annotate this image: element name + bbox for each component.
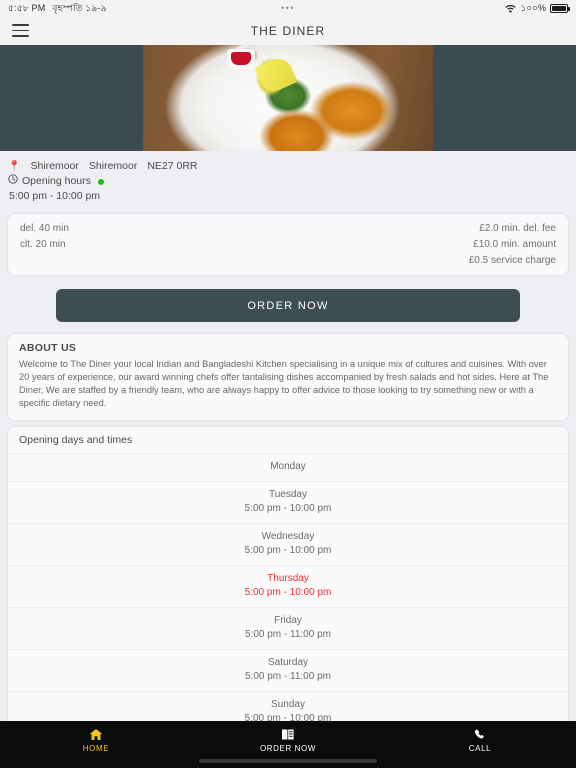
clock-icon [8,174,18,189]
opening-day-time: 5:00 pm - 10:00 pm [244,587,332,598]
tab-call-label: CALL [468,744,492,753]
status-bar-right: ১০০% [505,1,570,16]
opening-day-name: Friday [274,615,302,626]
restaurant-hero-image [143,45,433,151]
opening-day-row: Sunday 5:00 pm - 10:00 pm [8,691,568,721]
delivery-info-card: del. 40 min clt. 20 min £2.0 min. del. f… [8,214,568,275]
opening-day-time: 5:00 pm - 10:00 pm [244,545,332,556]
battery-percent: ১০০% [520,2,546,13]
status-bar-left: ৫:৫৮ PM বৃহস্পতি ১৯-৯ [8,1,107,16]
restaurant-info: 📍 Shiremoor Shiremoor NE27 0RR Opening h… [0,151,576,208]
page-title: THE DINER [250,23,326,38]
opening-day-name: Monday [270,461,306,472]
battery-icon [550,3,570,13]
status-dots: ••• [281,3,295,13]
order-button-wrap: ORDER NOW [0,275,576,332]
tab-call[interactable]: CALL [384,727,576,753]
delivery-time: del. 40 min [20,223,69,234]
service-charge: £0.5 service charge [468,255,556,266]
opening-day-time: 5:00 pm - 10:00 pm [244,713,332,721]
address-postcode: NE27 0RR [147,160,198,172]
about-us-card: ABOUT US Welcome to The Diner your local… [8,334,568,420]
wifi-icon [505,4,517,13]
hero-banner [0,45,576,151]
opening-day-row: Wednesday 5:00 pm - 10:00 pm [8,523,568,565]
location-pin-icon: 📍 [8,161,21,172]
dipping-sauce-decor [227,49,256,70]
tab-order-now-label: ORDER NOW [259,744,317,753]
about-us-body: Welcome to The Diner your local Indian a… [19,359,549,408]
opening-days-card: Opening days and times Monday Tuesday 5:00… [8,427,568,721]
opening-day-name: Sunday [271,699,305,710]
collection-time: clt. 20 min [20,239,66,250]
tab-home[interactable]: HOME [0,727,192,753]
opening-day-name: Thursday [267,573,309,584]
bottom-tab-bar: HOME ORDER NOW CALL [0,721,576,768]
opening-day-row: Saturday 5:00 pm - 11:00 pm [8,649,568,691]
today-hours-text: 5:00 pm - 10:00 pm [9,190,101,202]
status-time: ৫:৫৮ PM [8,2,46,13]
restaurant-address: 📍 Shiremoor Shiremoor NE27 0RR [8,159,566,174]
min-delivery-fee: £2.0 min. del. fee [479,223,556,234]
address-line2: Shiremoor [88,160,138,172]
status-bar: ৫:৫৮ PM বৃহস্পতি ১৯-৯ ••• ১০০% [0,0,576,16]
delivery-times: del. 40 min clt. 20 min [20,223,69,266]
status-date: বৃহস্পতি ১৯-৯ [52,2,107,13]
opening-day-row: Monday [8,453,568,481]
tab-home-label: HOME [82,744,110,753]
app-screen: ৫:৫৮ PM বৃহস্পতি ১৯-৯ ••• ১০০% THE DINER [0,0,576,768]
order-now-button[interactable]: ORDER NOW [56,289,520,322]
opening-day-time: 5:00 pm - 11:00 pm [245,671,331,682]
opening-days-list: Monday Tuesday 5:00 pm - 10:00 pm Wednesday… [8,453,568,721]
min-order-amount: £10.0 min. amount [473,239,556,250]
phone-icon [473,727,487,742]
opening-day-name: Saturday [267,657,309,668]
page-content: 📍 Shiremoor Shiremoor NE27 0RR Opening h… [0,151,576,721]
menu-book-icon [281,727,295,742]
opening-day-time: 5:00 pm - 11:00 pm [245,629,331,640]
opening-day-row: Thursday 5:00 pm - 10:00 pm [8,565,568,607]
about-us-title: ABOUT US [19,342,77,354]
address-line1: Shiremoor [30,160,79,172]
opening-day-name: Wednesday [261,531,315,542]
opening-day-time: 5:00 pm - 10:00 pm [244,503,332,514]
home-icon [89,727,103,742]
opening-day-name: Tuesday [269,489,307,500]
fee-details: £2.0 min. del. fee £10.0 min. amount £0.… [469,223,556,266]
hamburger-menu-icon[interactable] [12,24,29,37]
lemon-wedge-decor [254,54,298,96]
opening-hours-status: Opening hours [8,174,566,189]
open-status-dot [97,178,104,185]
tab-order-now[interactable]: ORDER NOW [192,727,384,753]
opening-hours-label: Opening hours [22,175,91,187]
opening-day-row: Friday 5:00 pm - 11:00 pm [8,607,568,649]
home-indicator [199,759,377,763]
app-header: THE DINER [0,16,576,45]
opening-day-row: Tuesday 5:00 pm - 10:00 pm [8,481,568,523]
opening-days-title: Opening days and times [19,434,133,446]
